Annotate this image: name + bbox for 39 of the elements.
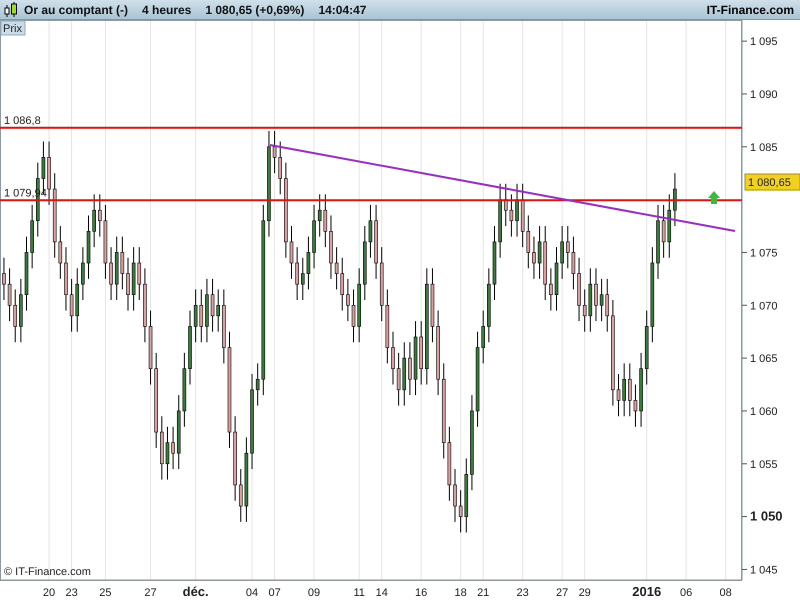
axis-label: 18 xyxy=(454,587,467,599)
panel-label: Prix xyxy=(0,20,26,36)
axis-label: 23 xyxy=(65,587,78,599)
axis-label: 1 060 xyxy=(750,406,778,418)
axis-label: déc. xyxy=(182,584,209,599)
axis-label: 21 xyxy=(477,587,490,599)
axis-label: 1 050 xyxy=(750,508,783,524)
axis-label: 07 xyxy=(268,587,281,599)
axis-label: 25 xyxy=(99,587,112,599)
axis-label: 2016 xyxy=(632,584,662,599)
line-label: 1 086,8 xyxy=(4,114,41,127)
axis-label: 14 xyxy=(376,587,388,599)
time-label: 14:04:47 xyxy=(318,2,366,16)
period-label: 4 heures xyxy=(142,2,192,16)
axis-label: 1 045 xyxy=(750,564,778,576)
brand-label: IT-Finance.com xyxy=(706,2,794,16)
axis-label: 04 xyxy=(246,587,258,599)
axis-label: 09 xyxy=(308,587,320,599)
axis-label: 27 xyxy=(556,587,568,599)
axis-label: 1 095 xyxy=(750,36,778,48)
axis-label: 20 xyxy=(42,587,56,599)
price-quote: 1 080,65 (+0,69%) xyxy=(205,2,304,16)
axis-label: 1 055 xyxy=(750,458,778,471)
axis-label: 1 090 xyxy=(750,88,778,101)
axis-label: 1 075 xyxy=(750,247,778,260)
axis-label: 1 065 xyxy=(750,353,778,366)
copyright-text: © IT-Finance.com xyxy=(4,566,91,578)
axis-label: 08 xyxy=(720,587,732,599)
axis-label: 11 xyxy=(353,587,365,599)
axis-label: 1 085 xyxy=(750,142,778,154)
axis-label: 27 xyxy=(144,587,157,599)
axis-label: 23 xyxy=(516,587,529,599)
axis-label: 1 070 xyxy=(750,300,778,312)
price-tag: 1 080,65 xyxy=(744,174,800,190)
axis-label: 06 xyxy=(680,587,692,599)
candlestick-icon xyxy=(4,2,18,18)
instrument-name: Or au comptant (-) xyxy=(24,2,128,16)
axis-label: 29 xyxy=(578,587,591,599)
axis-label: 16 xyxy=(415,587,428,599)
